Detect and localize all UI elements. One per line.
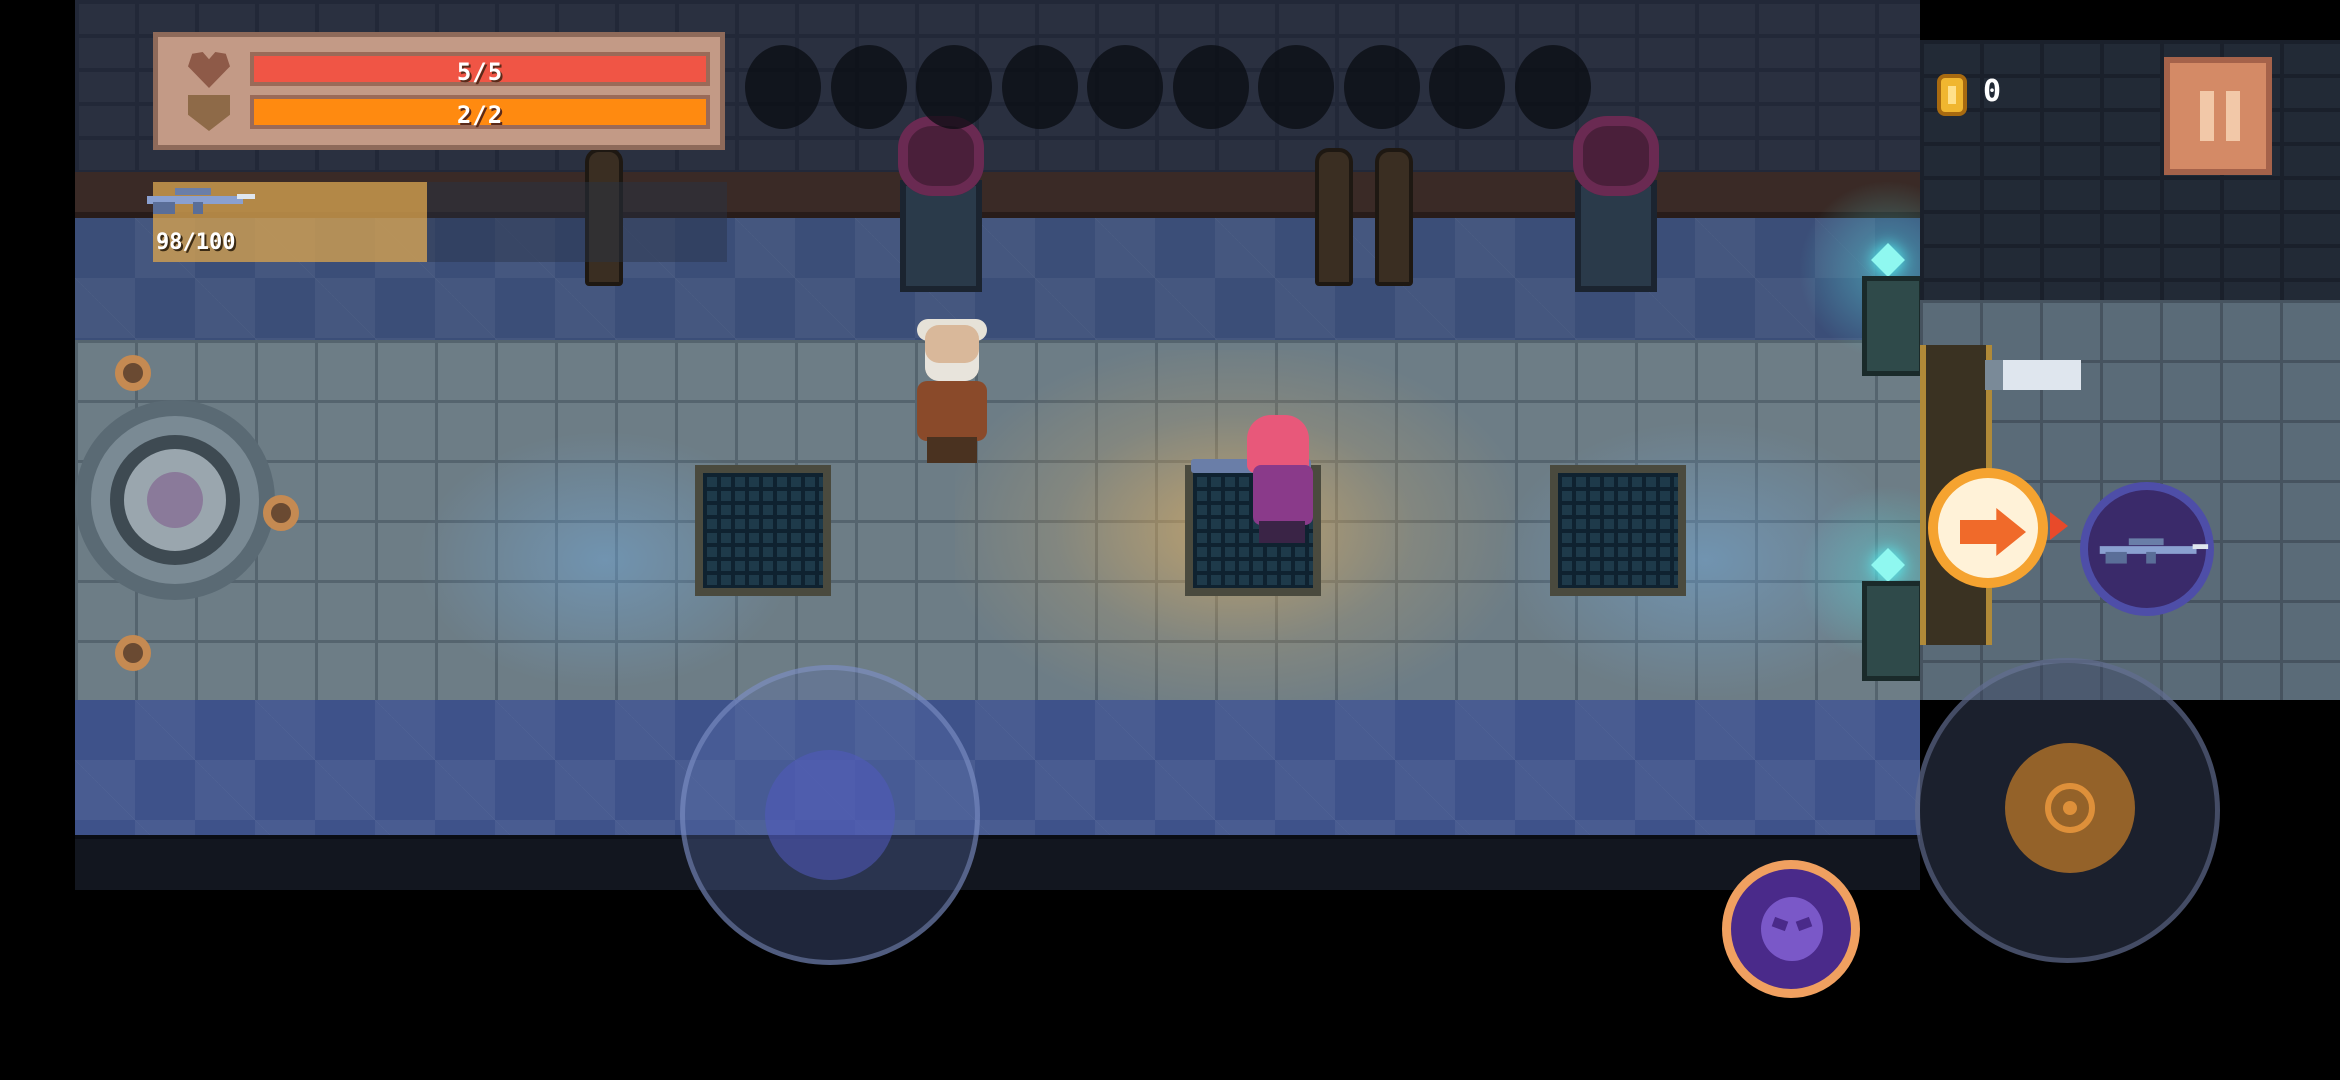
sniper-rifle-icon	[2099, 538, 2209, 564]
skill-button[interactable]	[1722, 860, 1860, 998]
gear-nub	[263, 495, 299, 531]
gear-machine	[75, 345, 299, 675]
attack-button[interactable]	[2005, 743, 2135, 873]
energy-slot	[745, 45, 821, 129]
energy-slots	[745, 45, 1595, 129]
move-joystick[interactable]	[680, 665, 980, 965]
pause-icon	[2200, 91, 2214, 141]
scene-bottom-edge	[75, 835, 1920, 890]
ammo-count: 98/100	[156, 230, 236, 255]
lower-tile-row	[75, 700, 1920, 835]
weapon-card: 98/100	[147, 182, 427, 262]
old-man-npc[interactable]	[905, 319, 1000, 465]
corridor-marker	[1985, 360, 2081, 390]
heart-icon	[188, 52, 230, 88]
swap-weapon-button[interactable]	[2080, 482, 2214, 616]
gear-nub	[115, 635, 151, 671]
planter-pillar	[1573, 116, 1659, 292]
armor-bar: 2/2	[250, 95, 710, 129]
interact-button[interactable]	[1928, 468, 2048, 588]
hp-bar: 5/5	[250, 52, 710, 86]
weapon-card-backdrop	[427, 182, 727, 262]
screen-edge	[1980, 0, 2340, 36]
sniper-rifle-icon	[147, 188, 255, 214]
shield-icon	[188, 95, 230, 131]
attack-joystick[interactable]	[1915, 658, 2220, 963]
armor-row: 2/2	[188, 95, 710, 131]
energy-slot	[1514, 45, 1591, 129]
wall-torch	[1375, 148, 1413, 286]
crystal-lamp	[1798, 485, 1920, 681]
crystal-lamp	[1798, 180, 1920, 376]
coin-icon	[1937, 74, 1967, 116]
armor-text: 2/2	[456, 101, 504, 129]
wall-torch	[1315, 148, 1353, 286]
energy-slot	[1258, 45, 1334, 129]
arrow-right-icon	[1960, 508, 2026, 556]
energy-slot	[830, 45, 907, 129]
skull-icon	[1761, 897, 1823, 961]
hp-text: 5/5	[456, 58, 504, 86]
move-joystick-knob[interactable]	[765, 750, 895, 880]
energy-slot	[1001, 45, 1078, 129]
floor-grate	[695, 465, 831, 596]
energy-slot	[1429, 45, 1505, 129]
energy-slot	[1343, 45, 1420, 129]
energy-slot	[916, 45, 992, 129]
hp-row: 5/5	[188, 52, 710, 88]
status-panel: 5/5 2/2	[153, 32, 725, 150]
pause-button[interactable]	[2164, 57, 2272, 175]
crosshair-icon	[2045, 783, 2095, 833]
gear-nub	[115, 355, 151, 391]
energy-slot	[1172, 45, 1249, 129]
energy-slot	[1087, 45, 1163, 129]
floor-grate	[1550, 465, 1686, 596]
player-character	[1191, 415, 1345, 545]
coin-count: 0	[1983, 74, 2002, 109]
planter-pillar	[898, 116, 984, 292]
